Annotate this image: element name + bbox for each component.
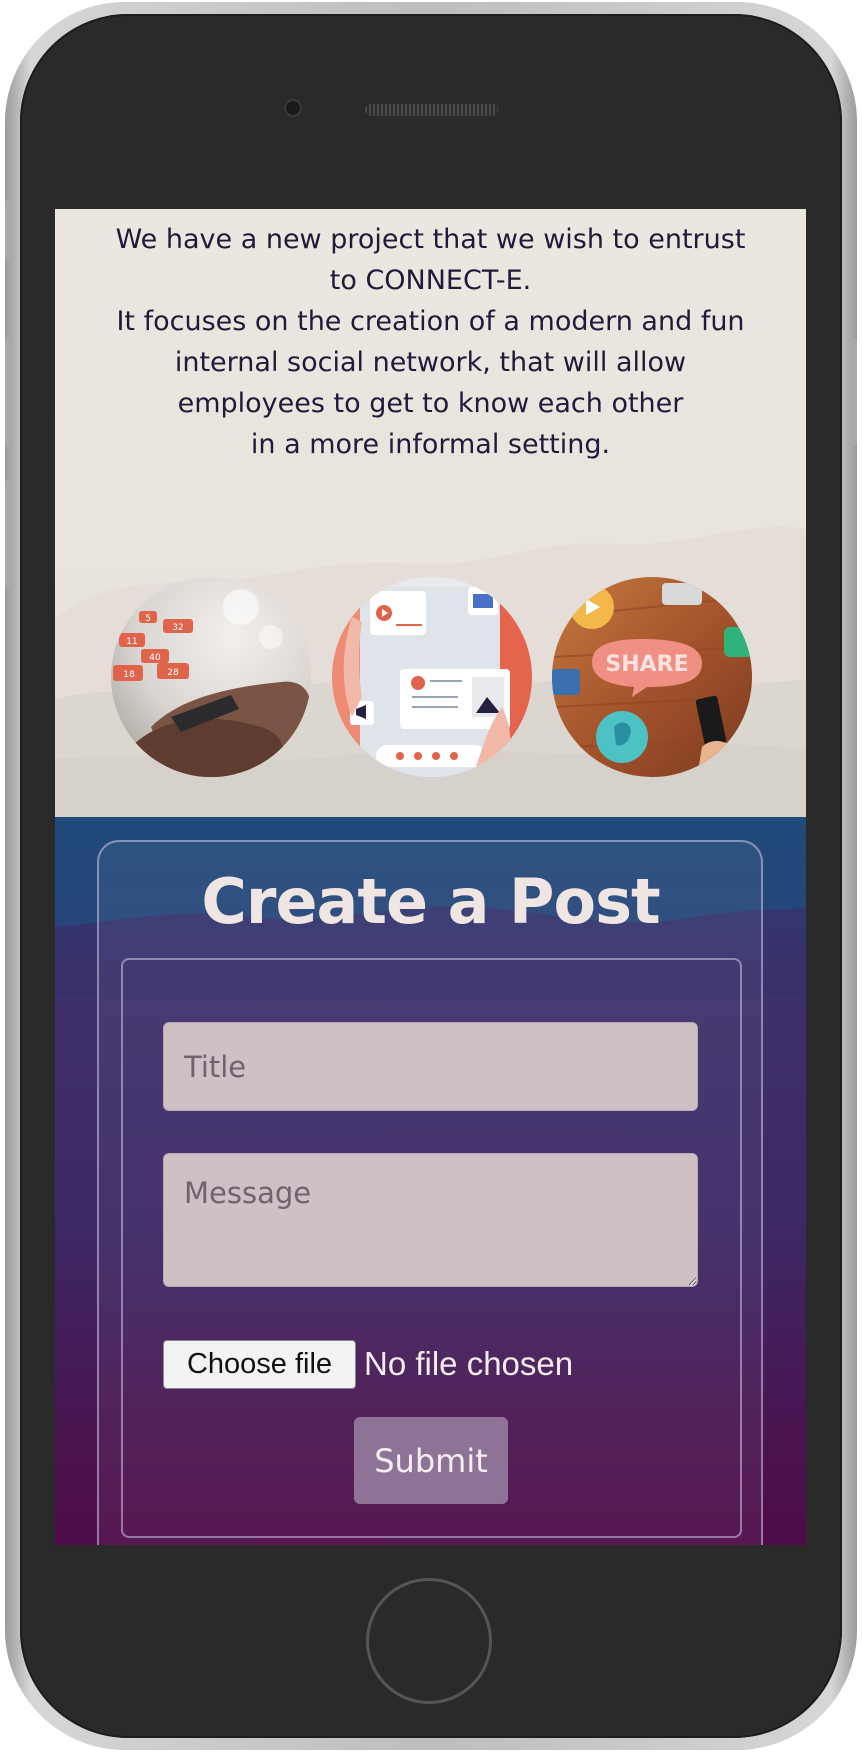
badge-18: 18	[123, 670, 135, 680]
message-textarea[interactable]	[163, 1153, 698, 1287]
intro-line-6: in a more informal setting.	[250, 429, 611, 460]
front-camera	[286, 101, 300, 115]
create-post-title: Create a Post	[201, 865, 660, 938]
intro-section: We have a new project that we wish to en…	[55, 209, 806, 817]
intro-line-3: It focuses on the creation of a modern a…	[116, 306, 745, 337]
badge-11: 11	[126, 637, 137, 647]
intro-text: We have a new project that we wish to en…	[95, 219, 766, 465]
badge-32: 32	[172, 623, 183, 633]
intro-line-5: employees to get to know each other	[177, 388, 684, 419]
intro-line-4: internal social network, that will allow	[174, 347, 687, 378]
badge-5: 5	[145, 614, 151, 624]
file-status-text: No file chosen	[364, 1345, 574, 1382]
volume-down-button	[5, 480, 13, 588]
share-bubble-image: SHARE	[552, 577, 752, 777]
create-post-section: Create a Post Choose file No file chosen…	[55, 817, 806, 1545]
submit-button[interactable]: Submit	[354, 1417, 508, 1504]
badge-40: 40	[149, 653, 161, 663]
badge-28: 28	[167, 668, 179, 678]
speaker-grille	[365, 104, 498, 116]
intro-line-2: to CONNECT-E.	[329, 265, 532, 296]
choose-file-button[interactable]: Choose file	[163, 1340, 356, 1389]
home-button[interactable]	[366, 1578, 492, 1704]
title-input[interactable]	[163, 1022, 698, 1111]
device-screen: We have a new project that we wish to en…	[55, 209, 806, 1545]
volume-up-button	[5, 338, 13, 446]
mute-switch	[5, 200, 13, 260]
social-media-illustration	[332, 577, 532, 777]
share-text: SHARE	[605, 652, 688, 677]
intro-line-1: We have a new project that we wish to en…	[115, 224, 746, 255]
social-notifications-image: 5 32 11 40 18 28	[111, 577, 311, 777]
power-button	[849, 338, 857, 446]
